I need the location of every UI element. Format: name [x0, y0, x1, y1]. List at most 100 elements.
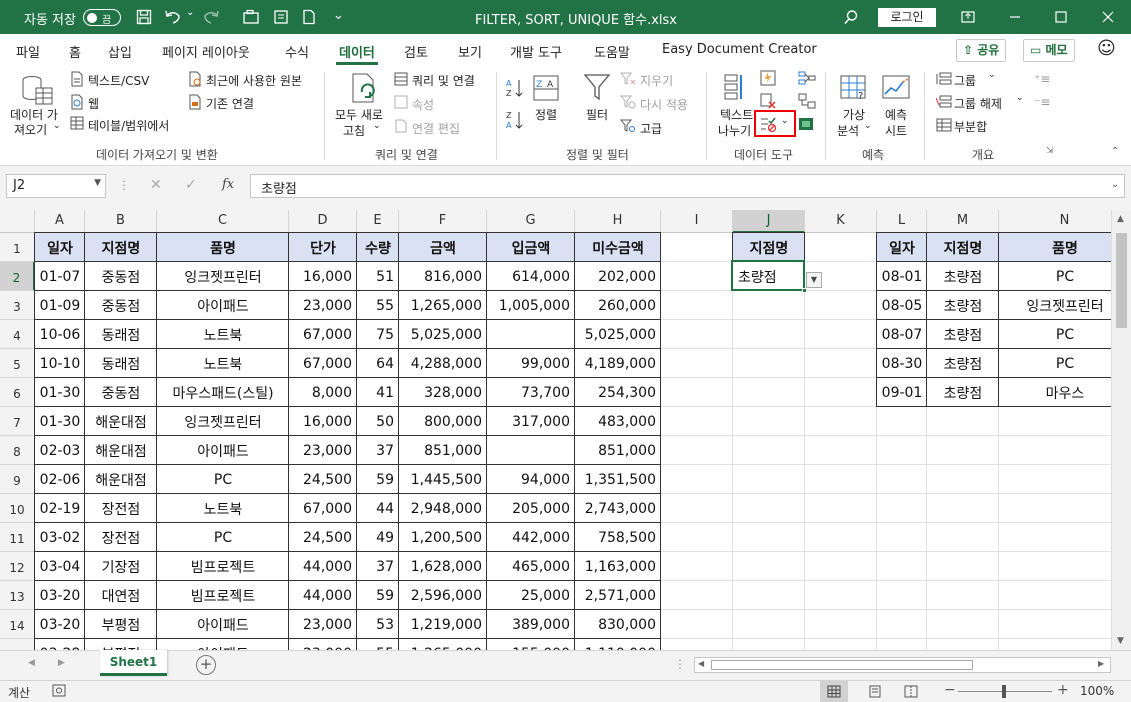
table-cell[interactable]: 37 [357, 436, 399, 465]
result-cell[interactable]: PC [999, 262, 1111, 291]
table-cell[interactable]: 23,000 [289, 610, 357, 639]
table-header-cell[interactable]: 수량 [357, 233, 399, 262]
table-cell[interactable]: 03-20 [35, 581, 85, 610]
table-cell[interactable]: 99,000 [487, 349, 575, 378]
normal-view-button[interactable] [820, 681, 848, 702]
result-cell[interactable]: 08-30 [877, 349, 927, 378]
ribbon-display-icon[interactable] [945, 0, 991, 34]
result-header-cell[interactable]: 일자 [877, 233, 927, 262]
macro-record-icon[interactable] [52, 684, 66, 697]
table-cell[interactable]: 중동점 [85, 262, 157, 291]
sort-az-icon[interactable]: AZ [505, 78, 525, 101]
undo-dropdown-icon[interactable]: ⌄ [186, 7, 194, 18]
table-cell[interactable]: 23,000 [289, 639, 357, 651]
table-cell[interactable]: 1,005,000 [487, 291, 575, 320]
table-cell[interactable]: 37 [357, 552, 399, 581]
existing-connections-button[interactable]: 기존 연결 [206, 95, 254, 112]
table-cell[interactable]: 03-20 [35, 610, 85, 639]
table-cell[interactable]: 202,000 [575, 262, 661, 291]
table-cell[interactable]: 1,110,000 [575, 639, 661, 651]
row-header[interactable]: 3 [0, 291, 35, 320]
table-cell[interactable]: 25,000 [487, 581, 575, 610]
table-cell[interactable]: 10-06 [35, 320, 85, 349]
camera-icon[interactable] [240, 6, 262, 28]
horizontal-scrollbar[interactable]: ◀ ▶ [694, 657, 1111, 673]
group-button[interactable]: 그룹 [954, 72, 976, 89]
table-cell[interactable]: 851,000 [575, 436, 661, 465]
table-cell[interactable]: 8,000 [289, 378, 357, 407]
table-cell[interactable]: 317,000 [487, 407, 575, 436]
table-cell[interactable]: PC [157, 465, 289, 494]
new-doc-icon[interactable] [298, 6, 320, 28]
tab-developer[interactable]: 개발 도구 [510, 42, 562, 61]
prev-sheet-icon[interactable]: ◀ [28, 658, 35, 668]
get-data-label-2[interactable]: 져오기 [14, 121, 47, 138]
worksheet-grid[interactable]: A B C D E F G H I J K L M N 1 2 3 4 5 6 7 8 9 10 11 12 13 14 일자 지점명 품명… [0, 210, 1111, 650]
text-to-columns-label-1[interactable]: 텍스트 [720, 106, 753, 123]
cancel-entry-icon[interactable]: ✕ [150, 177, 162, 193]
page-layout-view-icon[interactable] [868, 685, 882, 701]
table-cell[interactable]: 55 [357, 291, 399, 320]
sheet-tab-sheet1[interactable]: Sheet1 [100, 650, 167, 676]
tab-help[interactable]: 도움말 [594, 42, 630, 61]
table-cell[interactable]: 해운대점 [85, 436, 157, 465]
recent-sources-button[interactable]: 최근에 사용한 원본 [206, 72, 302, 89]
table-cell[interactable]: 4,288,000 [399, 349, 487, 378]
minimize-icon[interactable] [992, 0, 1038, 34]
table-cell[interactable]: 중동점 [85, 291, 157, 320]
expand-formula-bar-icon[interactable]: ⌄ [1111, 179, 1119, 190]
text-to-columns-label-2[interactable]: 나누기 [718, 122, 751, 139]
table-cell[interactable]: 02-06 [35, 465, 85, 494]
ungroup-dropdown-icon[interactable]: ⌄ [1016, 93, 1024, 103]
what-if-analysis-icon[interactable]: ? [839, 74, 869, 105]
sort-icon[interactable]: ZA [532, 74, 560, 105]
table-cell[interactable]: 55 [357, 639, 399, 651]
table-cell[interactable] [487, 436, 575, 465]
result-cell[interactable]: 08-01 [877, 262, 927, 291]
table-header-cell[interactable]: 지점명 [85, 233, 157, 262]
sort-za-icon[interactable]: ZA [505, 110, 525, 133]
column-header[interactable]: F [399, 210, 487, 233]
table-cell[interactable]: 03-28 [35, 639, 85, 651]
table-cell[interactable]: 1,163,000 [575, 552, 661, 581]
result-header-cell[interactable]: 품명 [999, 233, 1111, 262]
table-header-cell[interactable]: 입금액 [487, 233, 575, 262]
row-header[interactable]: 1 [0, 233, 35, 262]
scroll-up-icon[interactable]: ▲ [1117, 214, 1124, 224]
outline-dialog-launcher-icon[interactable]: ⇲ [1046, 146, 1054, 156]
tab-split-grip-icon[interactable]: ⋮ [674, 657, 686, 671]
table-cell[interactable]: 64 [357, 349, 399, 378]
table-cell[interactable]: 아이패드 [157, 639, 289, 651]
customize-qat-icon[interactable]: ⌄ [333, 8, 344, 23]
table-cell[interactable]: 24,500 [289, 465, 357, 494]
zoom-level[interactable]: 100% [1080, 684, 1114, 698]
table-cell[interactable]: 아이패드 [157, 436, 289, 465]
table-cell[interactable]: 614,000 [487, 262, 575, 291]
table-cell[interactable]: 2,571,000 [575, 581, 661, 610]
column-header[interactable]: N [999, 210, 1111, 233]
row-header[interactable]: 4 [0, 320, 35, 349]
table-cell[interactable]: 장전점 [85, 494, 157, 523]
row-header[interactable] [0, 639, 35, 650]
table-header-cell[interactable]: 금액 [399, 233, 487, 262]
tab-easy-document-creator[interactable]: Easy Document Creator [662, 42, 817, 57]
login-button[interactable]: 로그인 [878, 8, 936, 27]
table-cell[interactable]: 노트북 [157, 349, 289, 378]
tab-insert[interactable]: 삽입 [108, 42, 132, 61]
column-header[interactable]: C [157, 210, 289, 233]
table-cell[interactable]: 851,000 [399, 436, 487, 465]
row-header[interactable]: 6 [0, 378, 35, 407]
zoom-out-icon[interactable]: − [944, 682, 956, 698]
table-cell[interactable]: 5,025,000 [575, 320, 661, 349]
table-cell[interactable]: 800,000 [399, 407, 487, 436]
column-header[interactable]: A [35, 210, 85, 233]
table-cell[interactable]: 23,000 [289, 291, 357, 320]
table-cell[interactable]: 465,000 [487, 552, 575, 581]
zoom-slider-thumb[interactable] [1002, 685, 1006, 698]
table-cell[interactable]: 마우스패드(스틸) [157, 378, 289, 407]
tab-page-layout[interactable]: 페이지 레이아웃 [162, 42, 250, 61]
table-cell[interactable]: 03-02 [35, 523, 85, 552]
table-cell[interactable]: 잉크젯프린터 [157, 407, 289, 436]
column-header[interactable]: E [357, 210, 399, 233]
table-cell[interactable]: 아이패드 [157, 610, 289, 639]
